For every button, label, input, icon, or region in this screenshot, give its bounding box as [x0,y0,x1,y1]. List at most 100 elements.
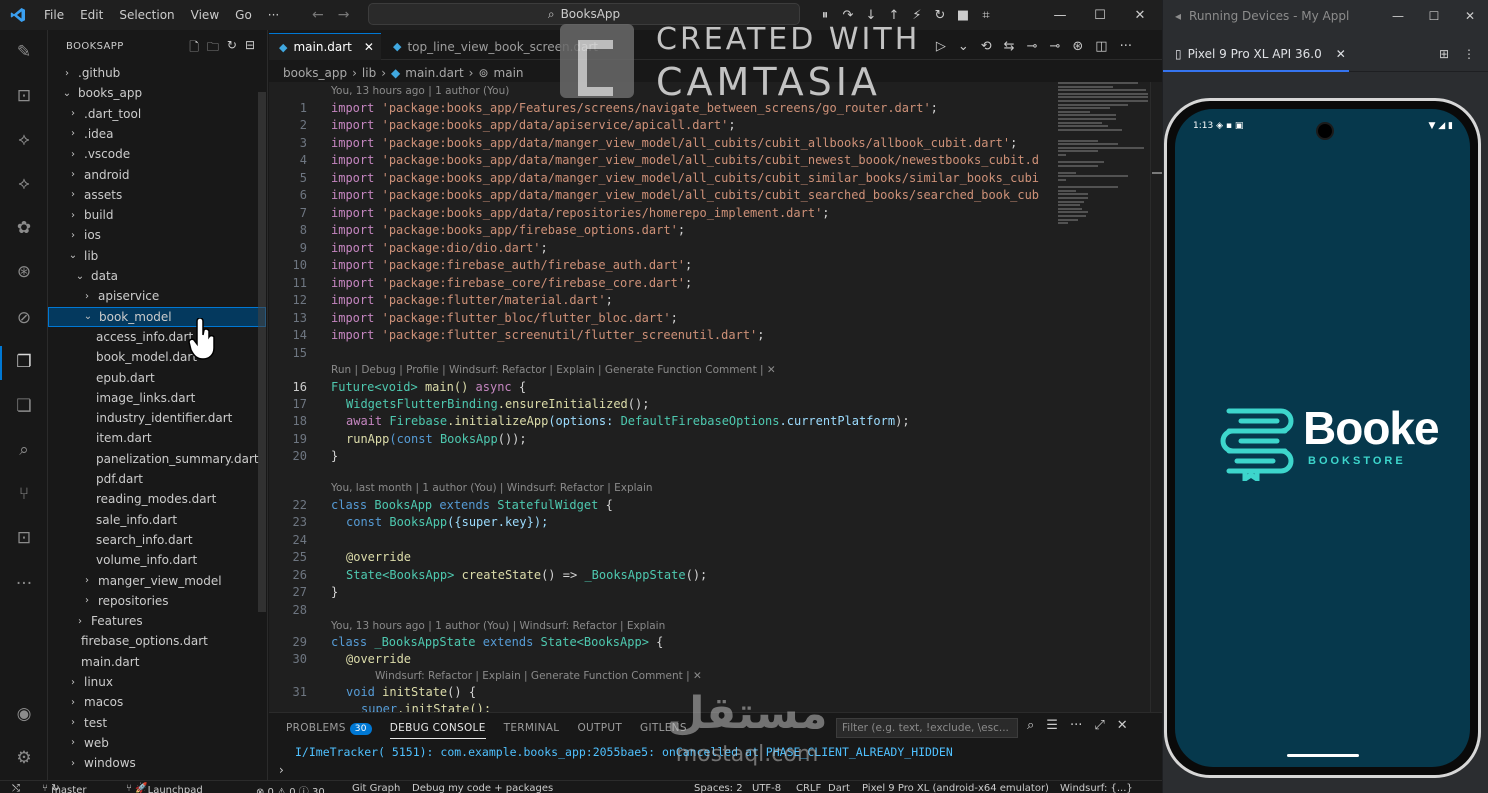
tree-file[interactable]: access_info.dart [48,327,266,347]
search-icon[interactable]: ⌕ [1027,718,1034,733]
step-over-icon[interactable]: ↷ [841,8,855,23]
tree-folder[interactable]: ⌄ book_model [48,306,266,327]
hot-reload-icon[interactable]: ⚡ [910,8,924,23]
breadcrumb-item[interactable]: main.dart [405,66,463,80]
restart-icon[interactable]: ↻ [933,8,947,23]
breadcrumb-item[interactable]: main [494,66,524,80]
menu-more[interactable]: ··· [260,0,287,30]
tree-folder[interactable]: ⌄ data [48,266,266,286]
tree-file[interactable]: item.dart [48,428,266,448]
account-icon[interactable]: ◉ [12,702,36,726]
collapse-all-icon[interactable]: ⊟ [245,38,255,59]
clear-console-icon[interactable]: ☰ [1046,718,1058,733]
git-lens-icon[interactable]: ⊛ [12,260,36,284]
more-icon[interactable]: ··· [1070,718,1082,733]
files-icon[interactable]: ❏ [12,394,36,418]
step-into-icon[interactable]: ↓ [864,8,878,23]
tree-folder[interactable]: ⌄ books_app [48,83,266,103]
tab-main-dart[interactable]: ◆ main.dart ✕ [269,33,381,60]
stop-icon[interactable]: ■ [956,8,970,23]
console-prompt[interactable]: › [279,763,284,777]
tree-file[interactable]: book_model.dart [48,347,266,367]
tree-folder[interactable]: › build [48,205,266,225]
tree-file[interactable]: reading_modes.dart [48,489,266,509]
minimap[interactable] [1058,82,1148,227]
close-panel-icon[interactable]: ✕ [1117,718,1128,733]
remote-icon[interactable]: ⤭ [12,783,20,793]
remote-icon[interactable]: ⊡ [12,526,36,550]
more-icon[interactable]: ··· [12,572,36,596]
remote-explorer-icon[interactable]: ⊡ [12,84,36,108]
gitlens-icon[interactable]: ⊛ [1072,39,1083,54]
tree-folder[interactable]: › Features [48,611,266,631]
forward-arrow-icon[interactable]: → [338,7,350,23]
git-graph-status[interactable]: Git Graph [352,783,400,793]
branch-icon[interactable]: ⊸ [1049,39,1060,54]
codelens[interactable]: Windsurf: Refactor | Explain | Generate … [375,670,702,682]
python-icon[interactable]: ⟡ [12,128,36,152]
codelens[interactable]: You, 13 hours ago | 1 author (You) [331,85,509,97]
console-filter-input[interactable]: Filter (e.g. text, !exclude, \esc... [836,718,1018,738]
codelens[interactable]: You, 13 hours ago | 1 author (You) | Win… [331,620,665,632]
chevron-down-icon[interactable]: ⌄ [958,39,969,54]
tab-pixel-9-pro-xl[interactable]: ▯ Pixel 9 Pro XL API 36.0 ✕ [1163,38,1349,72]
refresh-icon[interactable]: ↻ [227,38,237,59]
tab-output[interactable]: OUTPUT [577,722,622,734]
close-icon[interactable]: ✕ [1120,8,1160,23]
maximize-icon[interactable]: ☐ [1416,9,1452,23]
tree-folder[interactable]: › .dart_tool [48,104,266,124]
tree-file[interactable]: industry_identifier.dart [48,408,266,428]
tree-folder[interactable]: › repositories [48,591,266,611]
compare-icon[interactable]: ⇆ [1004,39,1015,54]
tree-folder[interactable]: › assets [48,185,266,205]
source-control-icon[interactable]: ⑂ [12,482,36,506]
menu-selection[interactable]: Selection [111,0,182,30]
tree-folder[interactable]: › linux [48,672,266,692]
launchpad-status[interactable]: ⑂ 🚀 Launchpad [126,783,203,793]
minimize-icon[interactable]: — [1380,9,1416,23]
maximize-panel-icon[interactable]: ⤢ [1094,718,1104,733]
tree-folder[interactable]: › web [48,733,266,753]
editor-scrollbar[interactable] [1150,82,1162,712]
tree-folder[interactable]: › windows [48,753,266,773]
phone-screen[interactable]: 1:13 ◈ ▪ ▣ ▼ ◢ ▮ Booke BOOKSTORE [1175,109,1470,767]
tree-folder[interactable]: › apiservice [48,286,266,306]
tree-folder[interactable]: › macos [48,692,266,712]
menu-file[interactable]: File [36,0,72,30]
step-out-icon[interactable]: ↑ [887,8,901,23]
tab-debug-console[interactable]: DEBUG CONSOLE [389,717,486,739]
new-file-icon[interactable]: 🗋 [189,38,199,59]
tab-terminal[interactable]: TERMINAL [504,722,560,734]
history-icon[interactable]: ⟲ [981,39,992,54]
tree-file[interactable]: volume_info.dart [48,550,266,570]
inspect-icon[interactable]: ⌗ [979,8,993,23]
tab-close-icon[interactable]: ✕ [364,40,374,54]
codelens[interactable]: Run | Debug | Profile | Windsurf: Refact… [331,364,776,376]
tab-problems[interactable]: PROBLEMS 30 [286,722,372,735]
tree-folder[interactable]: › ios [48,225,266,245]
tree-folder[interactable]: › .vscode [48,144,266,164]
menu-view[interactable]: View [183,0,227,30]
commit-icon[interactable]: ⊸ [1027,39,1038,54]
more-icon[interactable]: ⋮ [1463,47,1475,61]
tree-file[interactable]: epub.dart [48,368,266,388]
scroll-thumb[interactable] [1152,172,1162,174]
edit-icon[interactable]: ✎ [12,40,36,64]
windsurf-status[interactable]: Windsurf: {...} [1060,783,1133,793]
maximize-icon[interactable]: ☐ [1080,8,1120,23]
more-actions-icon[interactable]: ··· [1120,39,1132,54]
codelens[interactable]: You, last month | 1 author (You) | Winds… [331,482,653,494]
close-icon[interactable]: ✕ [1452,9,1488,23]
new-folder-icon[interactable]: 🗀 [207,38,219,59]
indent-status[interactable]: Spaces: 2 [694,783,743,793]
tree-file[interactable]: search_info.dart [48,530,266,550]
run-debug-icon[interactable]: ⊘ [12,306,36,330]
tree-folder[interactable]: › test [48,713,266,733]
breadcrumb-item[interactable]: books_app [283,66,347,80]
menu-edit[interactable]: Edit [72,0,111,30]
split-editor-icon[interactable]: ◫ [1095,39,1107,54]
tree-folder[interactable]: › manger_view_model [48,571,266,591]
problems-status[interactable]: ⊗ 0 ⚠ 0 ⓘ 30 [256,783,325,793]
minimize-icon[interactable]: — [1040,8,1080,23]
tree-folder[interactable]: › .github [48,63,266,83]
